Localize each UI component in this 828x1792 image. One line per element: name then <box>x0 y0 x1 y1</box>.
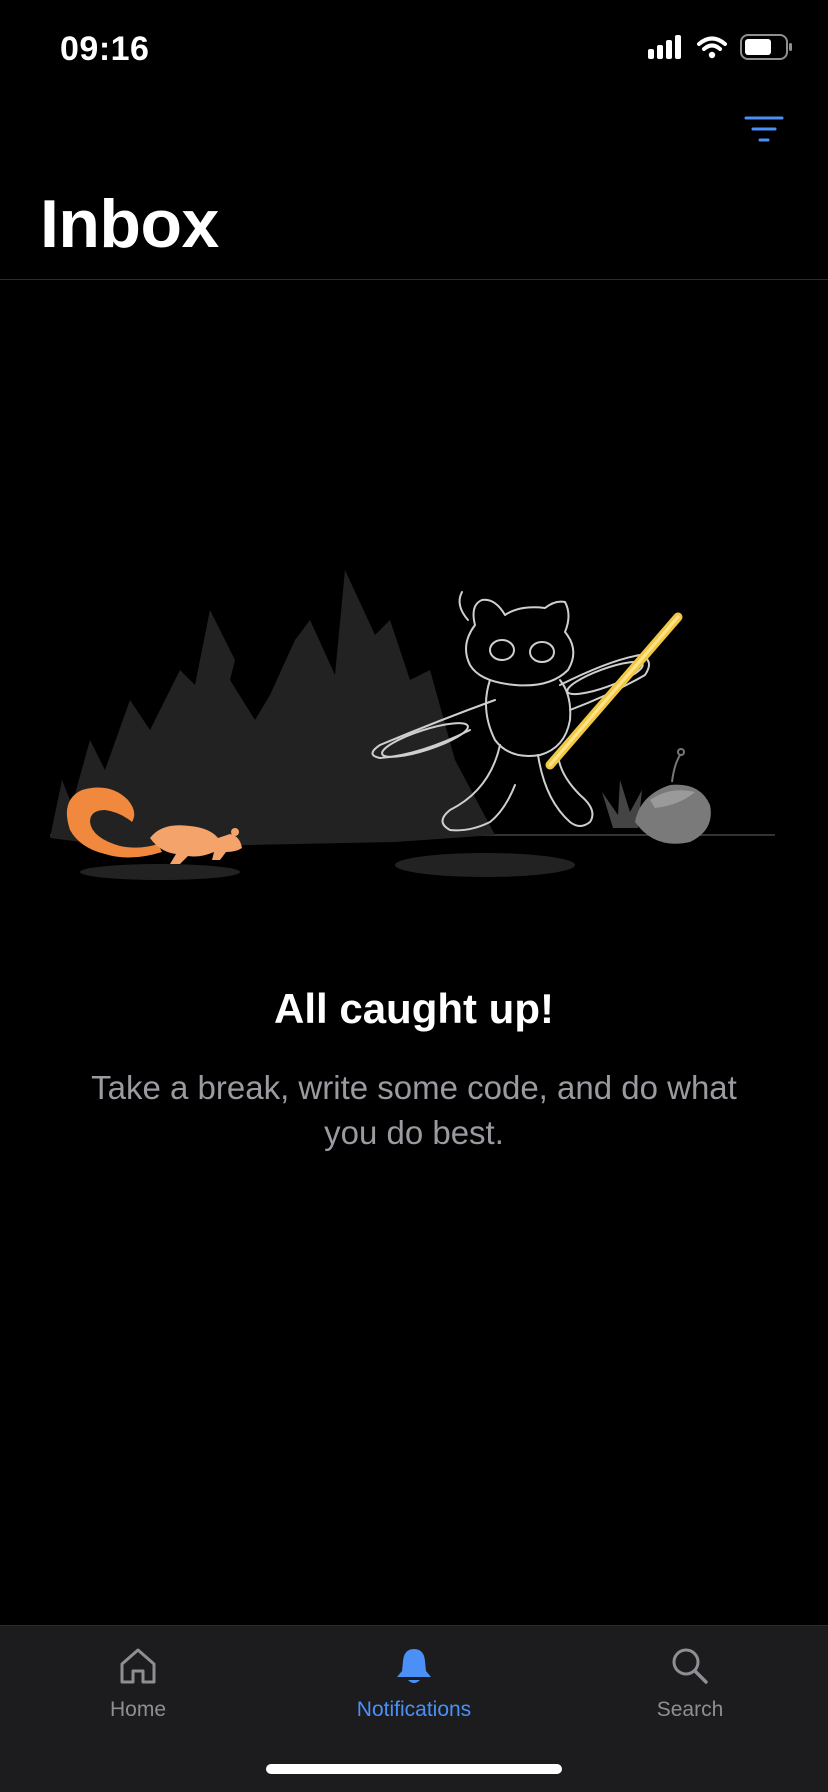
squirrel-shadow <box>80 864 240 880</box>
status-icons <box>648 34 794 60</box>
bell-icon <box>397 1649 431 1683</box>
octocat-and-squirrel-illustration <box>50 570 775 880</box>
status-time: 09:16 <box>60 30 150 68</box>
octocat-shadow <box>395 853 575 877</box>
page-title: Inbox <box>40 186 219 262</box>
home-indicator[interactable] <box>266 1764 562 1774</box>
tab-home-label: Home <box>109 1698 167 1721</box>
inbox-screen: 09:16 Inbox All caught up! Take a break,… <box>0 0 828 1792</box>
empty-state-message: Take a break, write some code, and do wh… <box>91 1069 737 1151</box>
rock <box>635 748 711 844</box>
filter-button[interactable] <box>740 110 788 150</box>
tab-notifications[interactable]: Notifications <box>276 1626 552 1756</box>
empty-state-heading: All caught up! <box>274 985 554 1032</box>
tab-home[interactable]: Home <box>0 1626 276 1756</box>
tab-notifications-label: Notifications <box>356 1698 472 1721</box>
cellular-signal-icon <box>648 35 681 59</box>
status-bar: 09:16 <box>0 0 828 100</box>
tab-search-label: Search <box>656 1698 724 1721</box>
filter-icon <box>744 116 784 142</box>
battery-icon <box>740 34 792 60</box>
home-icon <box>120 1648 156 1684</box>
title-divider <box>0 279 828 280</box>
wifi-icon <box>697 36 727 59</box>
search-icon <box>672 1648 708 1684</box>
tab-search[interactable]: Search <box>552 1626 828 1756</box>
